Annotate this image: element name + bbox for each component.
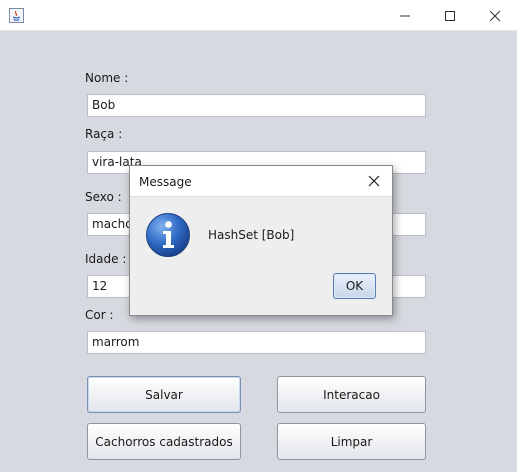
sexo-label: Sexo : <box>85 190 122 204</box>
cor-label: Cor : <box>85 308 114 322</box>
maximize-button[interactable] <box>427 0 473 31</box>
nome-field[interactable]: Bob <box>87 94 426 117</box>
java-app-icon <box>9 8 24 23</box>
limpar-button[interactable]: Limpar <box>277 423 426 460</box>
dialog-titlebar[interactable]: Message <box>130 166 392 197</box>
dialog-title: Message <box>139 175 192 189</box>
idade-label: Idade : <box>85 252 127 266</box>
raca-label: Raça : <box>85 127 123 141</box>
close-window-button[interactable] <box>472 0 517 31</box>
window-titlebar[interactable] <box>0 0 517 31</box>
minimize-icon <box>400 15 410 16</box>
dialog-message: HashSet [Bob] <box>208 228 295 242</box>
cor-field[interactable]: marrom <box>87 331 426 354</box>
interacao-button[interactable]: Interacao <box>277 376 426 413</box>
info-icon <box>145 212 191 258</box>
ok-button[interactable]: OK <box>333 273 376 299</box>
message-dialog: Message HashSet [Bob] OK <box>129 165 393 316</box>
minimize-button[interactable] <box>382 0 428 31</box>
maximize-icon <box>445 10 455 21</box>
nome-label: Nome : <box>85 71 129 85</box>
close-icon <box>368 175 380 187</box>
dialog-close-button[interactable] <box>362 170 386 192</box>
cachorros-cadastrados-button[interactable]: Cachorros cadastrados <box>87 423 241 460</box>
close-icon <box>489 10 501 21</box>
salvar-button[interactable]: Salvar <box>87 376 241 413</box>
